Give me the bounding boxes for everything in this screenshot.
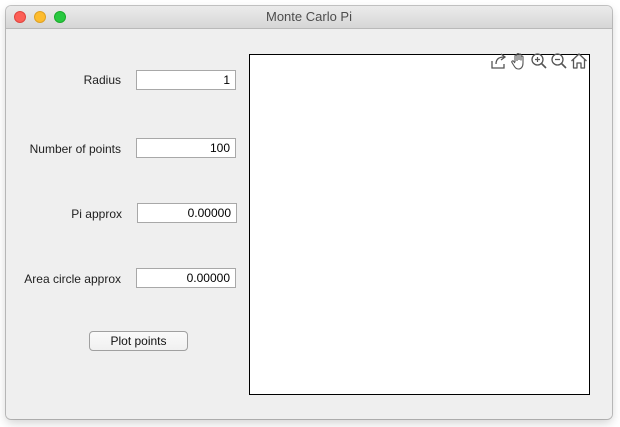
plot-points-button[interactable]: Plot points bbox=[89, 331, 188, 351]
app-window: Monte Carlo Pi Radius 1 Number of points… bbox=[6, 6, 612, 419]
number-of-points-field[interactable]: 100 bbox=[136, 138, 236, 158]
axes-toolbar bbox=[489, 51, 589, 71]
window-title: Monte Carlo Pi bbox=[266, 9, 352, 24]
area-circle-approx-field[interactable]: 0.00000 bbox=[136, 268, 236, 288]
export-icon[interactable] bbox=[489, 51, 509, 71]
number-of-points-label: Number of points bbox=[29, 142, 121, 156]
pi-approx-label: Pi approx bbox=[71, 207, 122, 221]
pan-icon[interactable] bbox=[509, 51, 529, 71]
radius-field[interactable]: 1 bbox=[136, 70, 236, 90]
pi-approx-field[interactable]: 0.00000 bbox=[137, 203, 237, 223]
title-bar: Monte Carlo Pi bbox=[6, 6, 612, 29]
zoom-in-icon[interactable] bbox=[529, 51, 549, 71]
home-icon[interactable] bbox=[569, 51, 589, 71]
zoom-out-icon[interactable] bbox=[549, 51, 569, 71]
radius-label: Radius bbox=[83, 73, 121, 87]
plot-axes[interactable] bbox=[249, 54, 590, 395]
area-circle-approx-label: Area circle approx bbox=[24, 272, 121, 286]
main-content: Radius 1 Number of points 100 Pi approx … bbox=[6, 29, 612, 419]
